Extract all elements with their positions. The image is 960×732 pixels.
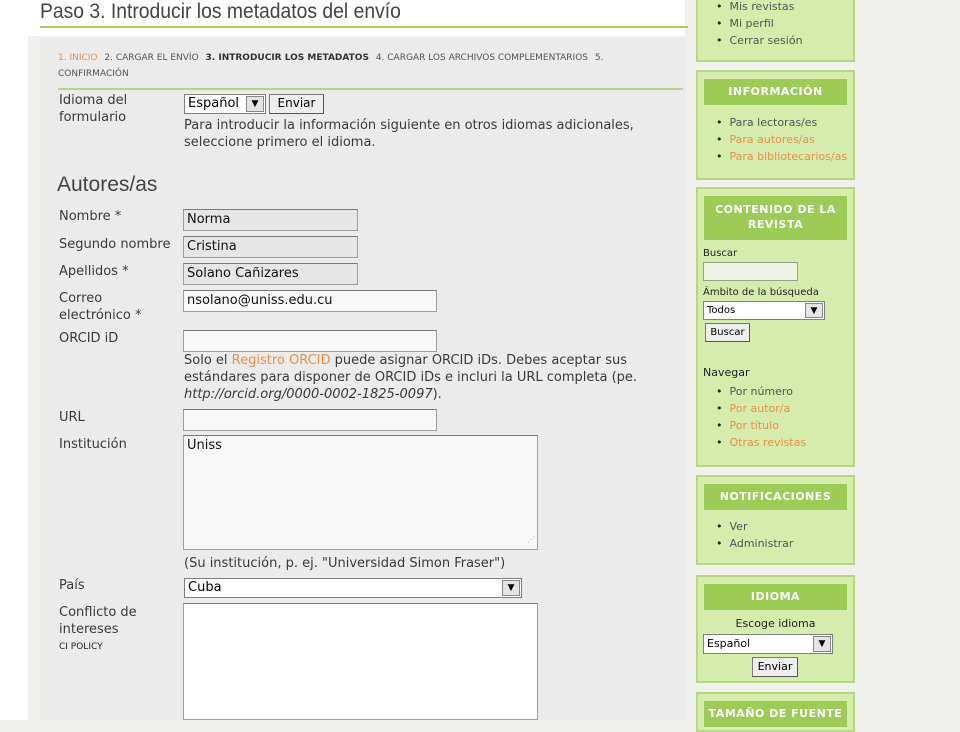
steps-breadcrumb: 1. INICIO 2. CARGAR EL ENVÍO 3. INTRODUC…	[58, 50, 658, 82]
language-title: IDIOMA	[704, 584, 847, 610]
step-1-link[interactable]: 1. INICIO	[58, 53, 98, 63]
step-3-current: 3. INTRODUCIR LOS METADATOS	[205, 53, 369, 63]
notifications-manage-link[interactable]: Administrar	[716, 535, 794, 552]
form-language-help: Para introducir la información siguiente…	[184, 118, 634, 150]
steps-separator	[58, 88, 683, 90]
step-4: 4. CARGAR LOS ARCHIVOS COMPLEMENTARIOS	[375, 53, 588, 63]
choose-language-label: Escoge idioma	[735, 617, 816, 630]
chevron-down-icon: ▼	[502, 580, 520, 596]
country-selected: Cuba	[188, 580, 222, 595]
info-librarians-link[interactable]: Para bibliotecarios/as	[716, 148, 848, 165]
info-block: INFORMACIÓN Para lectoras/es Para autore…	[696, 70, 855, 180]
user-block: Mis revistas Mi perfil Cerrar sesión	[696, 0, 855, 62]
orcid-label: ORCID iD	[59, 331, 119, 346]
institution-hint: (Su institución, p. ej. "Universidad Sim…	[184, 556, 506, 571]
chevron-down-icon: ▼	[813, 636, 831, 652]
form-language-submit-button[interactable]: Enviar	[269, 94, 324, 114]
country-label: País	[59, 578, 85, 593]
browse-label: Navegar	[703, 366, 750, 379]
my-journals-link[interactable]: Mis revistas	[716, 0, 803, 15]
first-name-label: Nombre *	[59, 209, 122, 224]
browse-by-issue-link[interactable]: Por número	[716, 383, 806, 400]
chevron-down-icon: ▼	[805, 303, 823, 318]
conflict-label: Conflicto de intereses	[59, 605, 137, 637]
info-authors-link[interactable]: Para autores/as	[716, 131, 847, 148]
orcid-help-prefix: Solo el	[184, 353, 232, 368]
url-field[interactable]	[183, 409, 437, 431]
institution-label: Institución	[59, 437, 127, 452]
notifications-title: NOTIFICACIONES	[704, 484, 847, 510]
language-block: IDIOMA Escoge idioma Español ▼ Enviar	[696, 575, 855, 683]
info-readers-link[interactable]: Para lectoras/es	[716, 114, 847, 131]
sidebar-language-selected: Español	[707, 637, 751, 650]
font-size-block: TAMAÑO DE FUENTE	[696, 692, 855, 732]
notifications-view-link[interactable]: Ver	[716, 518, 793, 535]
chevron-down-icon: ▼	[246, 96, 264, 112]
font-size-title: TAMAÑO DE FUENTE	[704, 701, 847, 727]
title-underline	[40, 26, 688, 28]
last-name-label: Apellidos *	[59, 264, 129, 279]
institution-textarea[interactable]: Uniss ⋰	[183, 435, 538, 550]
search-scope-label: Ámbito de la búsqueda	[703, 287, 819, 298]
orcid-help: Solo el Registro ORCID puede asignar ORC…	[184, 352, 654, 403]
my-profile-link[interactable]: Mi perfil	[716, 15, 803, 32]
form-language-select[interactable]: Español ▼	[184, 94, 266, 114]
last-name-field[interactable]: Solano Cañizares	[183, 263, 358, 285]
notifications-links: Ver Administrar	[716, 518, 794, 552]
sidebar-language-submit-button[interactable]: Enviar	[752, 657, 798, 677]
middle-name-label: Segundo nombre	[59, 237, 171, 252]
email-field[interactable]: nsolano@uniss.edu.cu	[183, 290, 437, 312]
url-label: URL	[59, 410, 85, 425]
logout-link[interactable]: Cerrar sesión	[716, 32, 803, 49]
info-title: INFORMACIÓN	[704, 79, 847, 105]
search-scope-selected: Todos	[707, 305, 736, 316]
left-margin	[0, 0, 28, 720]
step-2: 2. CARGAR EL ENVÍO	[104, 53, 199, 63]
browse-by-author-link[interactable]: Por autor/a	[716, 400, 806, 417]
page-title: Paso 3. Introducir los metadatos del env…	[40, 0, 401, 23]
info-links: Para lectoras/es Para autores/as Para bi…	[716, 114, 848, 165]
orcid-registry-link[interactable]: Registro ORCID	[232, 353, 331, 368]
authors-heading: Autores/as	[57, 173, 158, 196]
user-links: Mis revistas Mi perfil Cerrar sesión	[716, 0, 803, 49]
orcid-field[interactable]	[183, 330, 437, 352]
form-language-selected: Español	[188, 96, 240, 111]
sidebar-search-button[interactable]: Buscar	[705, 323, 750, 342]
search-scope-select[interactable]: Todos ▼	[703, 301, 825, 320]
orcid-help-example: http://orcid.org/0000-0002-1825-0097	[184, 387, 433, 402]
search-label: Buscar	[703, 248, 738, 259]
resize-handle-icon[interactable]: ⋰	[527, 532, 535, 548]
email-label: Correo electrónico *	[59, 291, 142, 323]
notifications-block: NOTIFICACIONES Ver Administrar	[696, 475, 855, 565]
journal-content-block: CONTENIDO DE LA REVISTA Buscar Ámbito de…	[696, 187, 855, 467]
browse-links: Por número Por autor/a Por título Otras …	[716, 383, 807, 451]
sidebar-language-select[interactable]: Español ▼	[703, 634, 833, 654]
middle-name-field[interactable]: Cristina	[183, 236, 358, 258]
country-select[interactable]: Cuba ▼	[184, 578, 522, 598]
orcid-help-end: ).	[432, 387, 442, 402]
browse-by-title-link[interactable]: Por título	[716, 417, 806, 434]
ci-policy-link[interactable]: CI POLICY	[59, 642, 103, 652]
other-journals-link[interactable]: Otras revistas	[716, 434, 807, 451]
sidebar-search-input[interactable]	[703, 262, 798, 281]
first-name-field[interactable]: Norma	[183, 209, 358, 231]
form-language-label: Idioma del formulario	[59, 93, 128, 125]
conflict-textarea[interactable]	[183, 603, 538, 720]
institution-value: Uniss	[187, 438, 222, 453]
journal-content-title: CONTENIDO DE LA REVISTA	[704, 196, 847, 240]
